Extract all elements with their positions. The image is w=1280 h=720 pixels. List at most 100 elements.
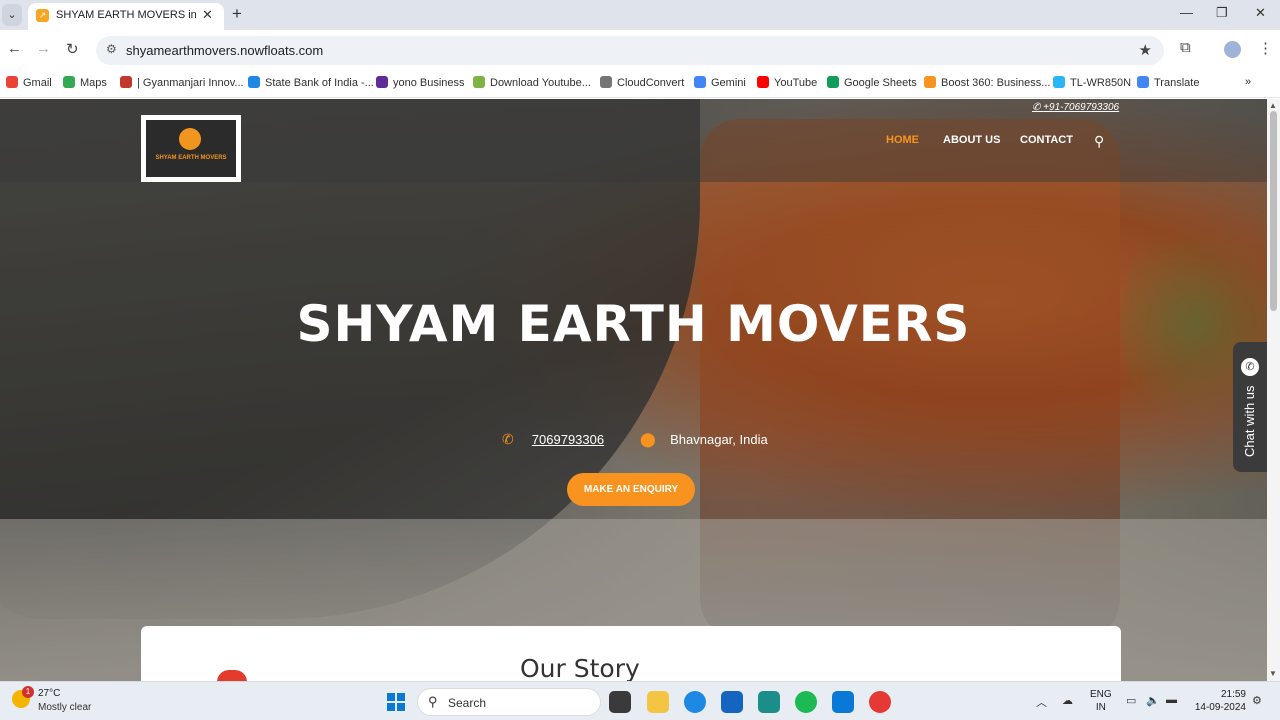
file-explorer-icon[interactable] (647, 691, 669, 713)
system-clock[interactable]: 21:59 14-09-2024 (1192, 688, 1246, 714)
forward-icon[interactable]: → (36, 40, 51, 57)
bookmark-item[interactable]: CloudConvert (600, 76, 684, 89)
bookmark-star-icon[interactable]: ★ (1139, 41, 1152, 59)
tray-chevron-icon[interactable]: ︿ (1036, 694, 1047, 710)
bookmark-item[interactable]: Maps (63, 76, 107, 89)
bookmark-label: Gemini (711, 77, 746, 89)
location-text: Bhavnagar, India (670, 432, 768, 447)
nav-about-us[interactable]: ABOUT US (943, 134, 1000, 146)
active-tab[interactable]: ↗ SHYAM EARTH MOVERS in Bha ✕ (28, 3, 224, 30)
location-pin-icon: ⬤ (640, 431, 656, 447)
notification-icon[interactable]: ⚙ (1252, 694, 1262, 707)
bookmark-item[interactable]: State Bank of India -... (248, 76, 374, 89)
chrome-icon[interactable] (869, 691, 891, 713)
search-icon[interactable]: ⚲ (1094, 133, 1104, 150)
site-header: SHYAM EARTH MOVERS ✆ +91-7069793306 HOME… (0, 99, 1267, 182)
browser-toolbar: ← → ↻ ⚙ shyamearthmovers.nowfloats.com ★… (0, 30, 1280, 70)
story-title: Our Story (520, 654, 640, 681)
bookmark-item[interactable]: | Gyanmanjari Innov... (120, 76, 244, 89)
scroll-up-icon[interactable]: ▲ (1269, 101, 1277, 110)
search-label: Search (448, 696, 487, 710)
page-viewport: SHYAM EARTH MOVERS ✆ +91-7069793306 HOME… (0, 99, 1267, 681)
clock-time: 21:59 (1220, 689, 1246, 700)
site-favicon-icon: ↗ (36, 9, 49, 22)
page-scrollbar[interactable]: ▲ ▼ (1267, 99, 1280, 681)
bookmark-label: CloudConvert (617, 77, 685, 89)
bookmark-item[interactable]: YouTube (757, 76, 817, 89)
bookmark-item[interactable]: TL-WR850N (1053, 76, 1131, 89)
bookmark-item[interactable]: Boost 360: Business... (924, 76, 1050, 89)
network-icon[interactable]: ▭ (1126, 694, 1136, 707)
reload-icon[interactable]: ↻ (66, 40, 79, 58)
bookmark-favicon-icon (600, 76, 612, 88)
header-phone-link[interactable]: ✆ +91-7069793306 (1032, 102, 1119, 113)
back-icon[interactable]: ← (7, 40, 22, 57)
bookmark-favicon-icon (120, 76, 132, 88)
scroll-thumb[interactable] (1270, 111, 1277, 311)
hero-phone[interactable]: ✆ 7069793306 (502, 431, 604, 448)
bookmark-label: Download Youtube... (490, 77, 591, 89)
bookmark-label: YouTube (774, 77, 818, 89)
spotify-icon[interactable] (795, 691, 817, 713)
volume-icon[interactable]: 🔈 (1146, 694, 1160, 707)
make-enquiry-button[interactable]: MAKE AN ENQUIRY (567, 473, 695, 506)
restore-icon[interactable]: ❐ (1216, 5, 1228, 21)
battery-icon[interactable]: ▬ (1166, 694, 1177, 706)
bookmarks-bar: Gmail Maps | Gyanmanjari Innov... State Ban… (0, 70, 1280, 98)
edge-icon[interactable] (684, 691, 706, 713)
url-text: shyamearthmovers.nowfloats.com (126, 43, 324, 58)
nav-contact[interactable]: CONTACT (1020, 134, 1073, 146)
bookmark-label: Google Sheets (844, 77, 917, 89)
whatsapp-icon: ✆ (1241, 358, 1259, 376)
arduino-icon[interactable] (758, 691, 780, 713)
window-close-icon[interactable]: ✕ (1255, 5, 1266, 21)
weather-temp: 27°C (38, 688, 61, 699)
bookmark-favicon-icon (1053, 76, 1065, 88)
bookmark-item[interactable]: Gemini (694, 76, 746, 89)
site-logo[interactable]: SHYAM EARTH MOVERS (141, 115, 241, 182)
bookmark-favicon-icon (757, 76, 769, 88)
minimize-icon[interactable]: — (1180, 5, 1193, 20)
bookmark-label: Boost 360: Business... (941, 77, 1051, 89)
more-bookmarks-icon[interactable]: » (1245, 76, 1251, 88)
tab-search-button[interactable]: ⌄ (2, 4, 22, 26)
bookmark-label: TL-WR850N (1070, 77, 1132, 89)
site-settings-icon[interactable]: ⚙ (106, 42, 117, 56)
address-bar[interactable]: ⚙ shyamearthmovers.nowfloats.com ★ (96, 36, 1164, 65)
bookmark-favicon-icon (248, 76, 260, 88)
phone-icon: ✆ (502, 431, 514, 447)
start-button[interactable] (387, 693, 405, 711)
close-icon[interactable]: ✕ (202, 7, 213, 23)
bookmark-item[interactable]: Translate (1137, 76, 1199, 89)
bookmark-favicon-icon (1137, 76, 1149, 88)
browser-tab-bar: ⌄ ↗ SHYAM EARTH MOVERS in Bha ✕ + — ❐ ✕ (0, 0, 1280, 30)
bookmark-favicon-icon (6, 76, 18, 88)
new-tab-button[interactable]: + (232, 4, 242, 24)
bookmark-item[interactable]: Download Youtube... (473, 76, 591, 89)
profile-avatar[interactable] (1224, 41, 1241, 58)
bookmark-item[interactable]: Google Sheets (827, 76, 917, 89)
taskbar-search[interactable]: ⚲ Search (417, 688, 601, 716)
bookmark-label: yono Business (393, 77, 465, 89)
bookmark-favicon-icon (924, 76, 936, 88)
hero-location: ⬤ Bhavnagar, India (640, 431, 768, 448)
extensions-icon[interactable]: ⧉ (1180, 39, 1191, 56)
outlook-icon[interactable] (832, 691, 854, 713)
hero-overlay (0, 99, 1267, 681)
onedrive-icon[interactable]: ☁ (1062, 694, 1073, 707)
hero-phone-link[interactable]: 7069793306 (532, 432, 604, 447)
our-story-card: Our Story (141, 626, 1121, 681)
menu-icon[interactable]: ⋮ (1258, 39, 1273, 57)
bookmark-item[interactable]: Gmail (6, 76, 52, 89)
bookmark-favicon-icon (376, 76, 388, 88)
search-icon: ⚲ (428, 694, 438, 709)
language-indicator[interactable]: ENG IN (1090, 688, 1112, 714)
bookmark-favicon-icon (473, 76, 485, 88)
store-icon[interactable] (721, 691, 743, 713)
scroll-down-icon[interactable]: ▼ (1269, 669, 1277, 678)
chat-widget[interactable]: ✆ Chat with us (1233, 342, 1267, 472)
weather-badge: 1 (22, 686, 34, 698)
nav-home[interactable]: HOME (886, 134, 919, 146)
task-view-icon[interactable] (609, 691, 631, 713)
bookmark-item[interactable]: yono Business (376, 76, 465, 89)
